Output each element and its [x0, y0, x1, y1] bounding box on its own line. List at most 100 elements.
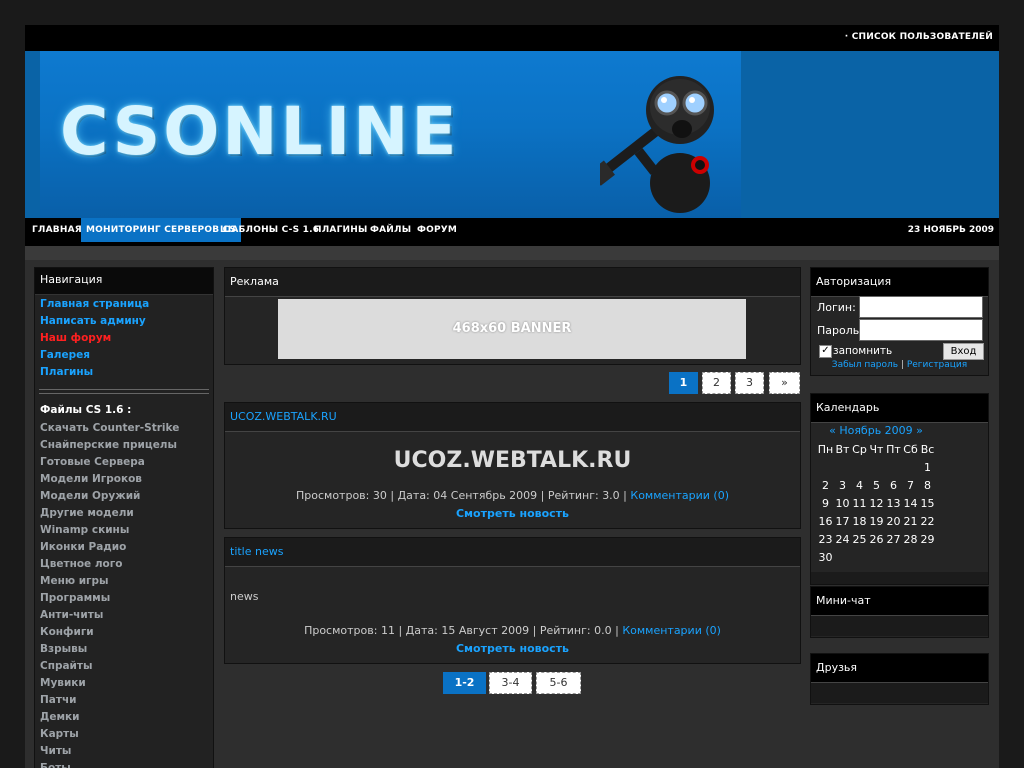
files-section-title: Файлы CS 1.6 : [40, 404, 132, 416]
ad-banner[interactable]: 468x60 BANNER [278, 299, 746, 359]
calendar-title: Календарь [811, 394, 988, 423]
next-month-link[interactable]: » [916, 424, 923, 437]
calendar-day: 23 [818, 532, 833, 546]
top-bar: · СПИСОК ПОЛЬЗОВАТЕЛЕЙ [25, 25, 999, 51]
calendar-day: 18 [852, 514, 867, 528]
comments-link[interactable]: Комментарии (0) [622, 624, 721, 637]
page-range-3-4-button[interactable]: 3-4 [489, 672, 532, 694]
calendar-day: 7 [907, 478, 914, 492]
calendar-day: 3 [839, 478, 846, 492]
user-list-link[interactable]: · СПИСОК ПОЛЬЗОВАТЕЛЕЙ [845, 32, 993, 42]
nav-home[interactable]: ГЛАВНАЯ [27, 218, 87, 242]
news-body-heading: UCOZ.WEBTALK.RU [393, 448, 632, 473]
sidebar-item-write-admin[interactable]: Написать админу [35, 313, 213, 330]
sidebar-file-link[interactable]: Другие модели [35, 505, 213, 522]
nav-files[interactable]: ФАЙЛЫ [365, 218, 416, 242]
sidebar-file-link[interactable]: Готовые Сервера [35, 454, 213, 471]
page-1-button[interactable]: 1 [669, 372, 698, 394]
minichat-block: Мини-чат [810, 586, 989, 638]
views-count: 11 [380, 624, 395, 637]
read-more-link[interactable]: Смотреть новость [225, 507, 800, 520]
sidebar-file-link[interactable]: Winamp скины [35, 522, 213, 539]
calendar-day: 22 [920, 514, 935, 528]
calendar-day: 10 [835, 496, 850, 510]
sidebar-item-plugins[interactable]: Плагины [35, 364, 213, 381]
news-body: news [230, 590, 259, 603]
page-2-button[interactable]: 2 [702, 372, 731, 394]
date-label: Дата: [397, 489, 430, 502]
sidebar-file-link[interactable]: Мувики [35, 675, 213, 692]
views-count: 30 [372, 489, 387, 502]
site-logo[interactable]: CSONLINE [60, 99, 459, 165]
calendar-day: 24 [835, 532, 850, 546]
prev-month-link[interactable]: « [829, 424, 836, 437]
sidebar-file-link[interactable]: Взрывы [35, 641, 213, 658]
sidebar-file-link[interactable]: Иконки Радио [35, 539, 213, 556]
nav-forum[interactable]: ФОРУМ [412, 218, 462, 242]
calendar-week: 30 [817, 548, 936, 566]
weekday-wed: Ср [852, 442, 867, 456]
sidebar-file-link[interactable]: Модели Игроков [35, 471, 213, 488]
nav-templates[interactable]: ШАБЛОНЫ C-S 1.6 [215, 218, 324, 242]
login-input[interactable] [859, 296, 983, 318]
page-wrapper: · СПИСОК ПОЛЬЗОВАТЕЛЕЙ CSONLINE ГЛАВНАЯ … [25, 25, 999, 768]
friends-title: Друзья [811, 654, 988, 683]
sidebar-file-link[interactable]: Анти-читы [35, 607, 213, 624]
sidebar-item-forum[interactable]: Наш форум [35, 330, 213, 347]
current-date: 23 НОЯБРЬ 2009 [907, 225, 994, 235]
sidebar-file-link[interactable]: Скачать Counter-Strike [35, 420, 213, 437]
sidebar-file-link[interactable]: Меню игры [35, 573, 213, 590]
page-3-button[interactable]: 3 [735, 372, 764, 394]
calendar-day: 9 [822, 496, 829, 510]
calendar-month: Ноябрь 2009 [839, 424, 913, 437]
nav-plugins[interactable]: ПЛАГИНЫ [309, 218, 373, 242]
sidebar-file-link[interactable]: Читы [35, 743, 213, 760]
calendar-day [902, 548, 919, 566]
forgot-password-link[interactable]: Забыл пароль [832, 360, 898, 370]
sidebar-file-link[interactable]: Модели Оружий [35, 488, 213, 505]
password-label: Пароль: [817, 324, 863, 337]
sidebar-separator [39, 389, 209, 394]
minichat-content [811, 616, 988, 636]
sidebar-file-link[interactable]: Патчи [35, 692, 213, 709]
sidebar-file-link[interactable]: Боты [35, 760, 213, 768]
news-meta: Просмотров: 30 | Дата: 04 Сентябрь 2009 … [296, 489, 729, 502]
sidebar-file-link[interactable]: Спрайты [35, 658, 213, 675]
sidebar-item-home[interactable]: Главная страница [35, 296, 213, 313]
sidebar-file-link[interactable]: Карты [35, 726, 213, 743]
auth-block: Авторизация Логин: Пароль: ✓ запомнить В… [810, 267, 989, 376]
read-more-link[interactable]: Смотреть новость [225, 642, 800, 655]
auth-links: Забыл пароль | Регистрация [811, 360, 988, 370]
register-link[interactable]: Регистрация [907, 360, 967, 370]
sidebar-item-gallery[interactable]: Галерея [35, 347, 213, 364]
remember-checkbox[interactable]: ✓ [819, 345, 832, 358]
files-list: Скачать Counter-Strike Снайперские прице… [35, 420, 213, 768]
calendar-day [868, 548, 885, 566]
header-banner: CSONLINE [25, 51, 999, 218]
calendar-month-nav: « Ноябрь 2009 » [811, 424, 941, 437]
date-label: Дата: [405, 624, 438, 637]
sidebar-file-link[interactable]: Цветное лого [35, 556, 213, 573]
comments-link[interactable]: Комментарии (0) [630, 489, 729, 502]
sidebar-file-link[interactable]: Снайперские прицелы [35, 437, 213, 454]
calendar-day: 13 [886, 496, 901, 510]
login-button[interactable]: Вход [943, 343, 984, 360]
calendar-day: 1 [924, 460, 931, 474]
next-page-button[interactable]: » [769, 372, 800, 394]
calendar-day: 6 [890, 478, 897, 492]
news-date: 04 Сентябрь 2009 [433, 489, 538, 502]
sidebar-file-link[interactable]: Демки [35, 709, 213, 726]
calendar-block: Календарь « Ноябрь 2009 » Пн Вт Ср Чт Пт… [810, 393, 989, 585]
sidebar-file-link[interactable]: Программы [35, 590, 213, 607]
password-input[interactable] [859, 319, 983, 341]
news-title-link[interactable]: title news [230, 545, 283, 558]
news-title-link[interactable]: UCOZ.WEBTALK.RU [230, 410, 337, 423]
login-label: Логин: [817, 301, 856, 314]
rating-label: Рейтинг: [547, 489, 599, 502]
sidebar-file-link[interactable]: Конфиги [35, 624, 213, 641]
weekday-mon: Пн [817, 442, 834, 456]
page-range-1-2-button[interactable]: 1-2 [443, 672, 486, 694]
page-range-5-6-button[interactable]: 5-6 [536, 672, 581, 694]
news-date: 15 Август 2009 [441, 624, 530, 637]
calendar-day [851, 458, 868, 476]
